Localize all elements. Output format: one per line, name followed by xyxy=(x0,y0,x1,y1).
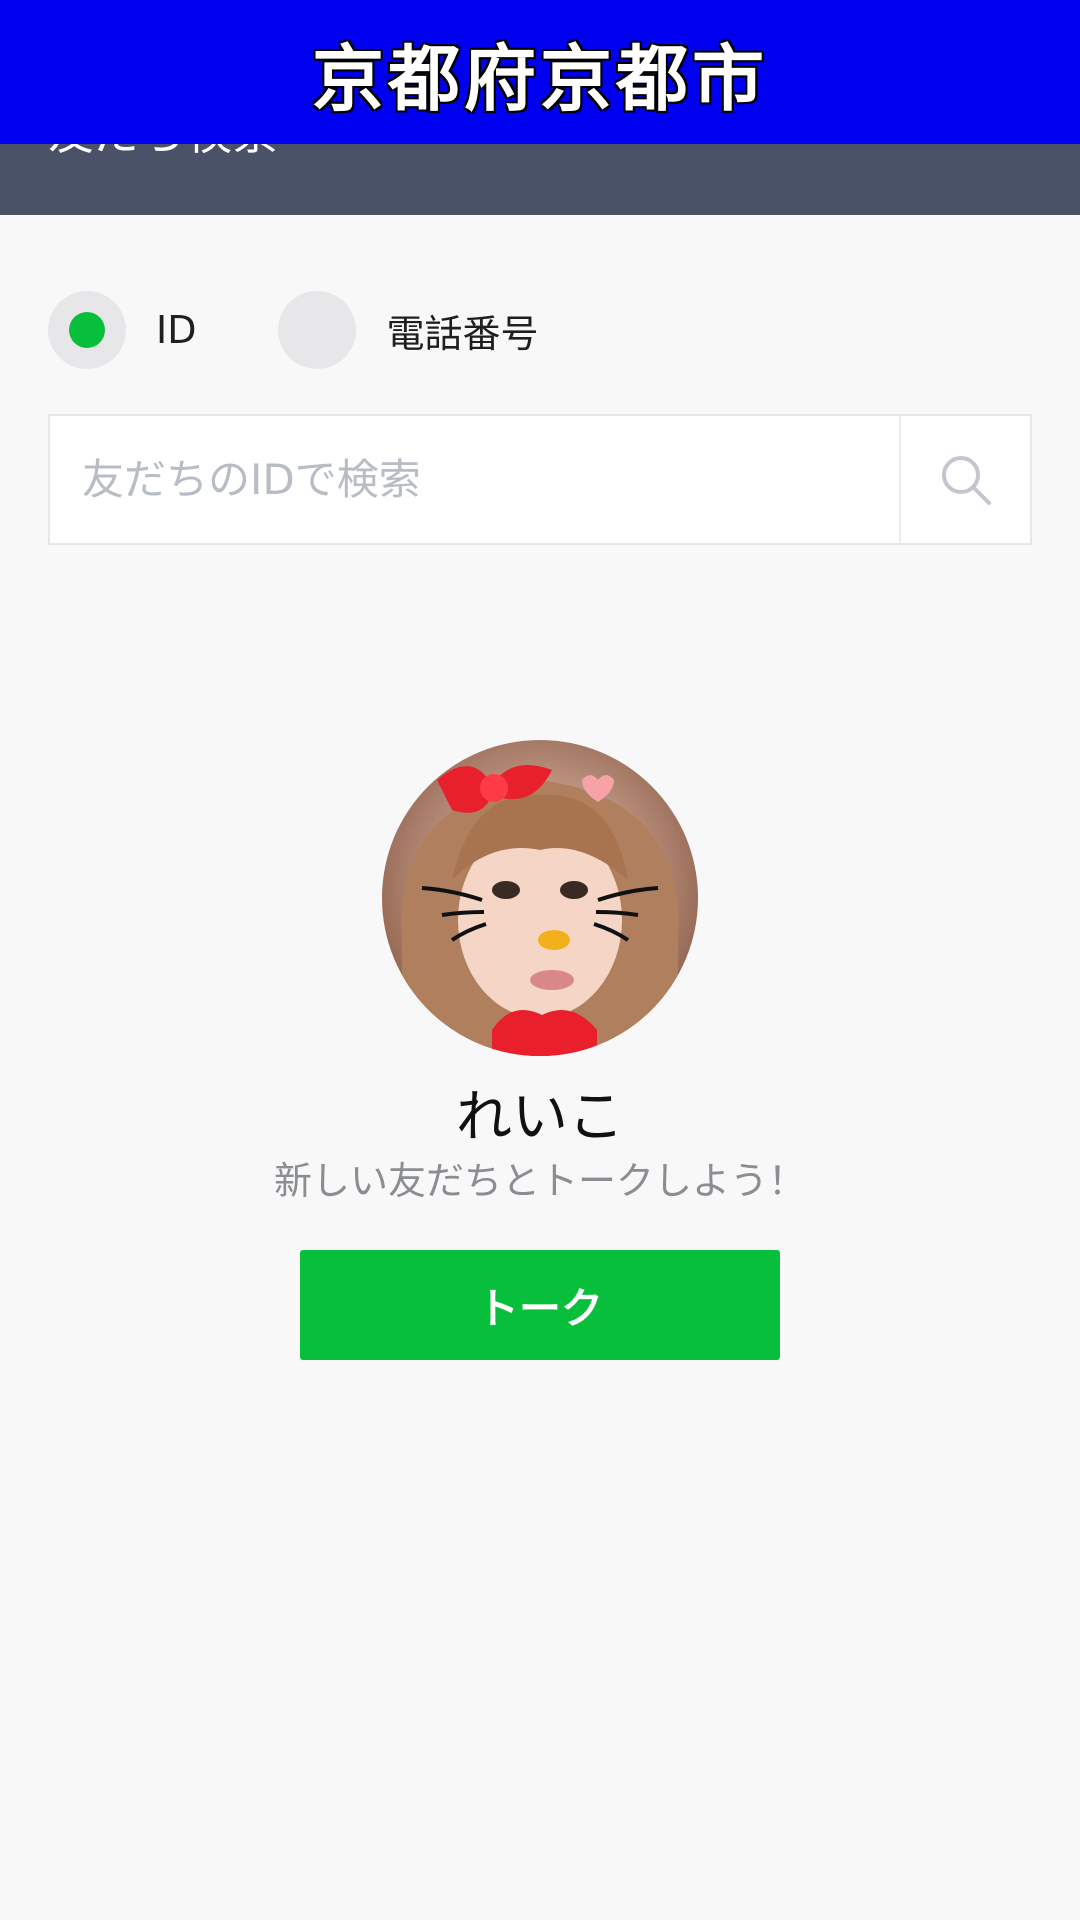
search-input[interactable] xyxy=(50,416,899,543)
profile-subtitle: 新しい友だちとトークしよう！ xyxy=(273,1159,806,1203)
banner-text: 京都府京都市 xyxy=(311,36,768,121)
search-box xyxy=(48,414,1032,545)
search-type-selector: ID 電話番号 xyxy=(48,290,620,370)
profile-avatar xyxy=(382,740,698,1056)
search-icon xyxy=(941,455,991,505)
radio-label-phone: 電話番号 xyxy=(386,311,539,356)
talk-button-label: トーク xyxy=(476,1284,603,1332)
radio-option-id[interactable]: ID xyxy=(48,291,196,369)
talk-button[interactable]: トーク xyxy=(300,1250,780,1360)
radio-button-id[interactable] xyxy=(48,291,126,369)
search-button[interactable] xyxy=(899,416,1030,543)
radio-option-phone[interactable]: 電話番号 xyxy=(278,291,538,369)
friend-search-screen: 友だち検索 京都府京都市 ID 電話番号 xyxy=(0,0,1080,1920)
profile-name: れいこ xyxy=(456,1085,624,1150)
location-banner: 京都府京都市 xyxy=(0,0,1080,144)
radio-button-phone[interactable] xyxy=(278,291,357,369)
radio-label-id: ID xyxy=(156,308,197,352)
radio-selected-dot xyxy=(69,312,105,348)
